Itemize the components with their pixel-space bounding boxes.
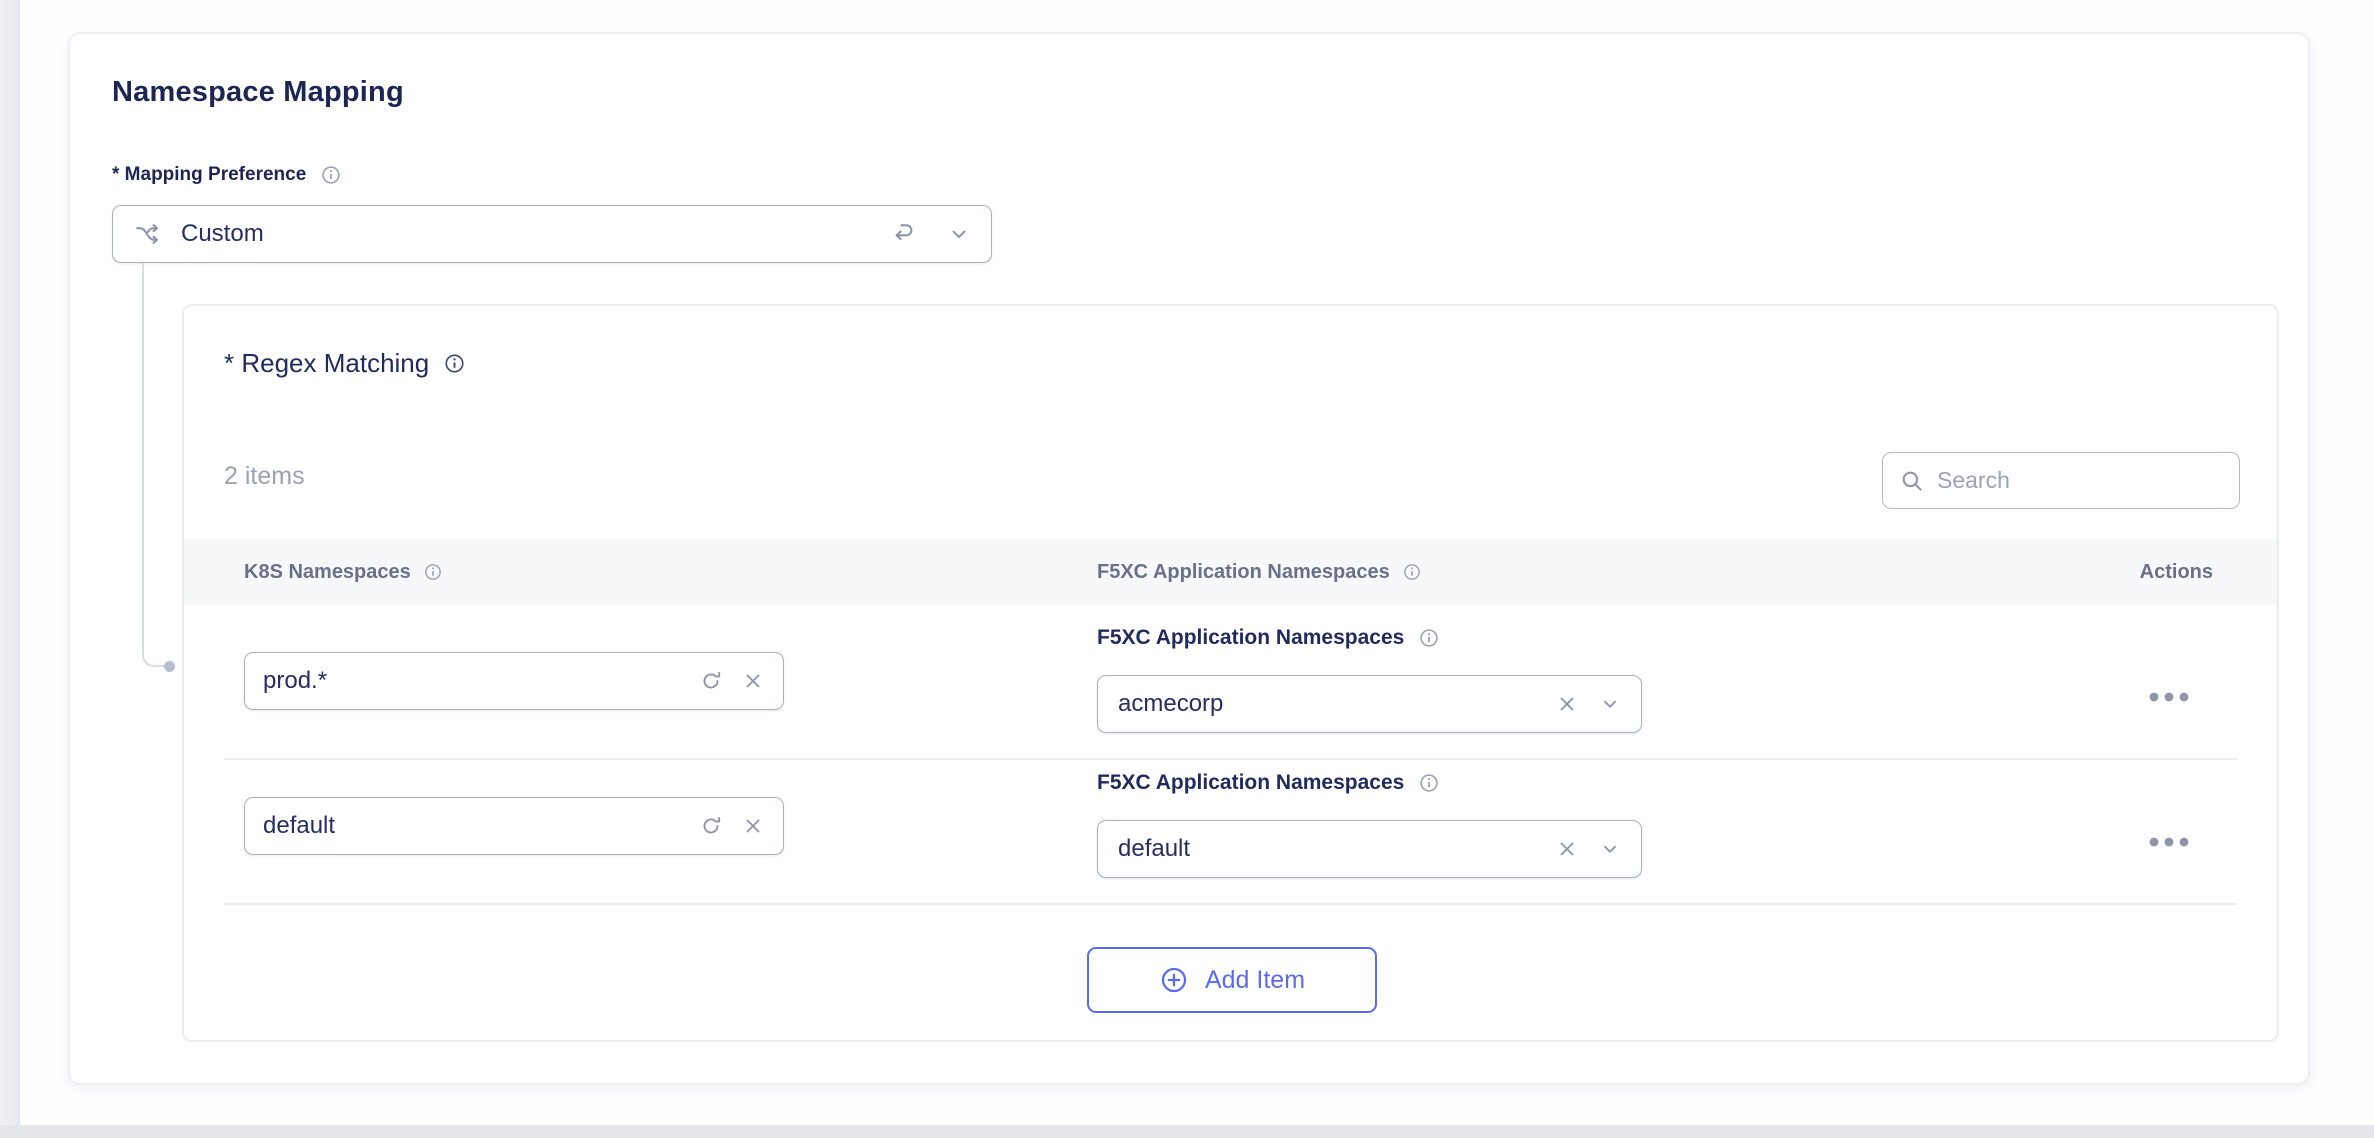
items-count: 2 items	[224, 462, 305, 491]
column-header-f5xc-namespaces: F5XC Application Namespaces	[1097, 539, 1422, 605]
refresh-icon[interactable]	[699, 814, 723, 838]
search-box[interactable]	[1882, 452, 2240, 509]
info-icon[interactable]	[423, 562, 443, 582]
add-item-button[interactable]: Add Item	[1087, 947, 1377, 1013]
namespace-mapping-screen: Namespace Mapping * Mapping Preference	[0, 0, 2374, 1138]
x-icon[interactable]	[741, 814, 765, 838]
mapping-preference-select[interactable]: Custom	[112, 205, 992, 263]
info-icon[interactable]	[320, 164, 342, 186]
left-panel-edge	[0, 0, 20, 1138]
mapping-preference-label-row: * Mapping Preference	[112, 164, 342, 186]
regex-matching-card: * Regex Matching 2 items	[182, 304, 2279, 1042]
branch-icon	[133, 220, 161, 248]
mapping-preference-value: Custom	[181, 220, 264, 248]
info-icon[interactable]	[1418, 772, 1440, 794]
row-divider	[224, 758, 2237, 760]
column-header-actions: Actions	[2140, 539, 2213, 605]
mapping-preference-label: * Mapping Preference	[112, 164, 306, 186]
x-icon[interactable]	[1555, 837, 1579, 861]
x-icon[interactable]	[1555, 692, 1579, 716]
tree-connector-line	[142, 263, 166, 667]
search-input[interactable]	[1937, 467, 2223, 494]
add-item-label: Add Item	[1205, 966, 1305, 995]
info-icon[interactable]	[1402, 562, 1422, 582]
info-icon[interactable]	[443, 352, 466, 375]
refresh-icon[interactable]	[699, 669, 723, 693]
k8s-namespace-input-row2[interactable]	[244, 797, 784, 855]
k8s-namespace-input[interactable]	[263, 667, 681, 695]
page-bottom-band	[0, 1125, 2374, 1138]
row-divider	[224, 903, 2237, 905]
f5xc-namespace-select-row2[interactable]: default	[1097, 820, 1642, 878]
undo-icon[interactable]	[891, 221, 917, 247]
ellipsis-icon[interactable]	[2136, 684, 2202, 710]
table-header-row: K8S Namespaces F5XC Application Namespac…	[184, 539, 2277, 605]
search-icon	[1899, 468, 1925, 494]
chevron-down-icon[interactable]	[947, 222, 971, 246]
k8s-namespace-input-row1[interactable]	[244, 652, 784, 710]
chevron-down-icon[interactable]	[1599, 838, 1621, 860]
f5xc-namespace-label-row1: F5XC Application Namespaces	[1097, 626, 1440, 650]
f5xc-namespace-label-row2: F5XC Application Namespaces	[1097, 771, 1440, 795]
page-title: Namespace Mapping	[112, 76, 404, 109]
namespace-mapping-card: Namespace Mapping * Mapping Preference	[68, 32, 2310, 1085]
x-icon[interactable]	[741, 669, 765, 693]
k8s-namespace-input[interactable]	[263, 812, 681, 840]
regex-matching-title: * Regex Matching	[224, 348, 429, 379]
chevron-down-icon[interactable]	[1599, 693, 1621, 715]
plus-circle-icon	[1159, 965, 1189, 995]
ellipsis-icon[interactable]	[2136, 829, 2202, 855]
tree-connector-dot	[164, 661, 175, 672]
f5xc-namespace-select-row1[interactable]: acmecorp	[1097, 675, 1642, 733]
info-icon[interactable]	[1418, 627, 1440, 649]
regex-matching-title-row: * Regex Matching	[224, 348, 466, 379]
column-header-k8s-namespaces: K8S Namespaces	[244, 539, 443, 605]
